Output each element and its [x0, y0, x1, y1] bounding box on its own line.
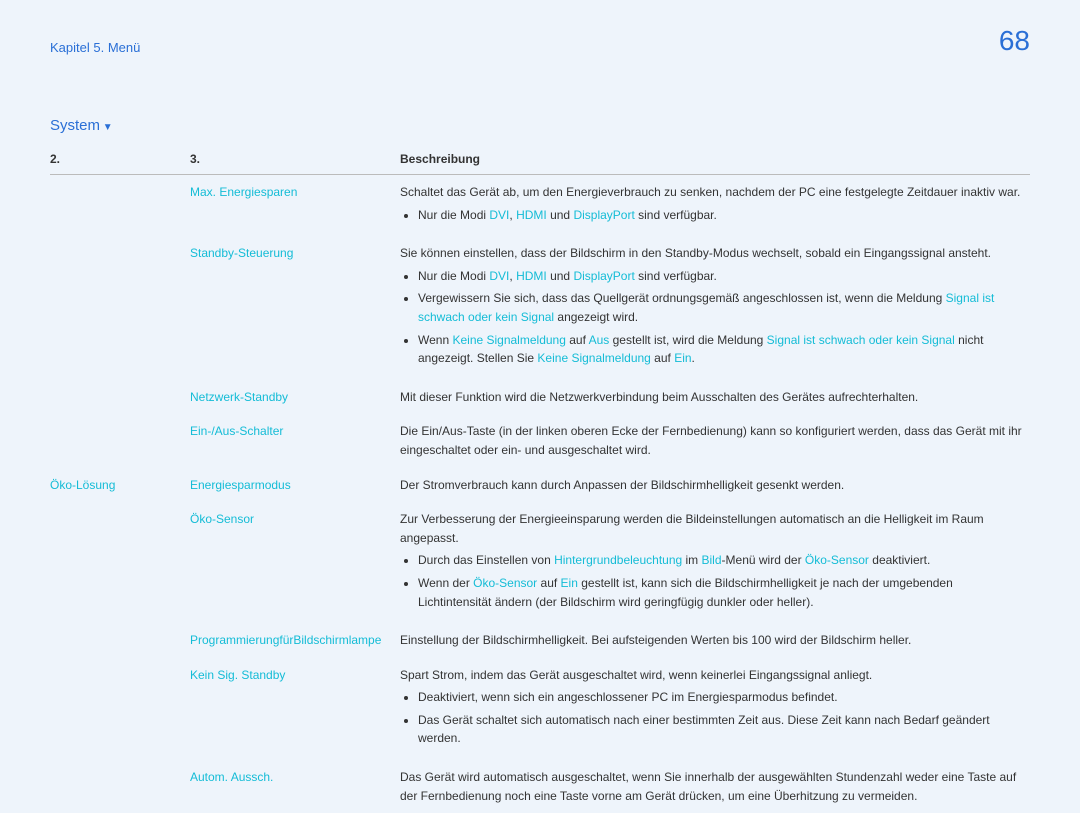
setting-desc: Schaltet das Gerät ab, um den Energiever… [400, 175, 1030, 237]
setting-label: Netzwerk-Standby [190, 380, 400, 415]
chapter-title: Kapitel 5. Menü [50, 40, 140, 55]
list-item: Wenn Keine Signalmeldung auf Aus gestell… [418, 331, 1024, 368]
setting-desc: Die Ein/Aus-Taste (in der linken oberen … [400, 414, 1030, 467]
table-header-row: 2. 3. Beschreibung [50, 146, 1030, 175]
col-header-2: 2. [50, 146, 190, 175]
col-header-desc: Beschreibung [400, 146, 1030, 175]
table-row: ProgrammierungfürBildschirmlampe Einstel… [50, 623, 1030, 658]
setting-label: Autom. Aussch. [190, 760, 400, 813]
setting-desc: Sie können einstellen, dass der Bildschi… [400, 236, 1030, 380]
list-item: Das Gerät schaltet sich automatisch nach… [418, 711, 1024, 748]
setting-desc: Zur Verbesserung der Energieeinsparung w… [400, 502, 1030, 623]
setting-label: Kein Sig. Standby [190, 658, 400, 760]
page-number: 68 [999, 25, 1030, 57]
section-heading: System [50, 117, 1030, 134]
table-row: Standby-Steuerung Sie können einstellen,… [50, 236, 1030, 380]
table-row: Kein Sig. Standby Spart Strom, indem das… [50, 658, 1030, 760]
list-item: Nur die Modi DVI, HDMI und DisplayPort s… [418, 206, 1024, 225]
list-item: Wenn der Öko-Sensor auf Ein gestellt ist… [418, 574, 1024, 611]
list-item: Durch das Einstellen von Hintergrundbele… [418, 551, 1024, 570]
table-row: Autom. Aussch. Das Gerät wird automatisc… [50, 760, 1030, 813]
page-header: Kapitel 5. Menü 68 [50, 40, 1030, 57]
setting-label: Öko-Sensor [190, 502, 400, 623]
setting-desc: Das Gerät wird automatisch ausgeschaltet… [400, 760, 1030, 813]
setting-label: Ein-/Aus-Schalter [190, 414, 400, 467]
table-row: Netzwerk-Standby Mit dieser Funktion wir… [50, 380, 1030, 415]
table-row: Öko-Sensor Zur Verbesserung der Energiee… [50, 502, 1030, 623]
table-row: Ein-/Aus-Schalter Die Ein/Aus-Taste (in … [50, 414, 1030, 467]
settings-table: 2. 3. Beschreibung Max. Energiesparen Sc… [50, 146, 1030, 813]
table-row: Öko-Lösung Energiesparmodus Der Stromver… [50, 468, 1030, 503]
list-item: Vergewissern Sie sich, dass das Quellger… [418, 289, 1024, 326]
list-item: Deaktiviert, wenn sich ein angeschlossen… [418, 688, 1024, 707]
setting-label: Energiesparmodus [190, 468, 400, 503]
setting-desc: Einstellung der Bildschirmhelligkeit. Be… [400, 623, 1030, 658]
setting-label: Max. Energiesparen [190, 175, 400, 237]
setting-label: Standby-Steuerung [190, 236, 400, 380]
setting-desc: Der Stromverbrauch kann durch Anpassen d… [400, 468, 1030, 503]
list-item: Nur die Modi DVI, HDMI und DisplayPort s… [418, 267, 1024, 286]
setting-label: ProgrammierungfürBildschirmlampe [190, 623, 400, 658]
col-header-3: 3. [190, 146, 400, 175]
setting-desc: Mit dieser Funktion wird die Netzwerkver… [400, 380, 1030, 415]
setting-desc: Spart Strom, indem das Gerät ausgeschalt… [400, 658, 1030, 760]
group-label: Öko-Lösung [50, 468, 190, 503]
section-heading-text: System [50, 117, 100, 134]
table-row: Max. Energiesparen Schaltet das Gerät ab… [50, 175, 1030, 237]
